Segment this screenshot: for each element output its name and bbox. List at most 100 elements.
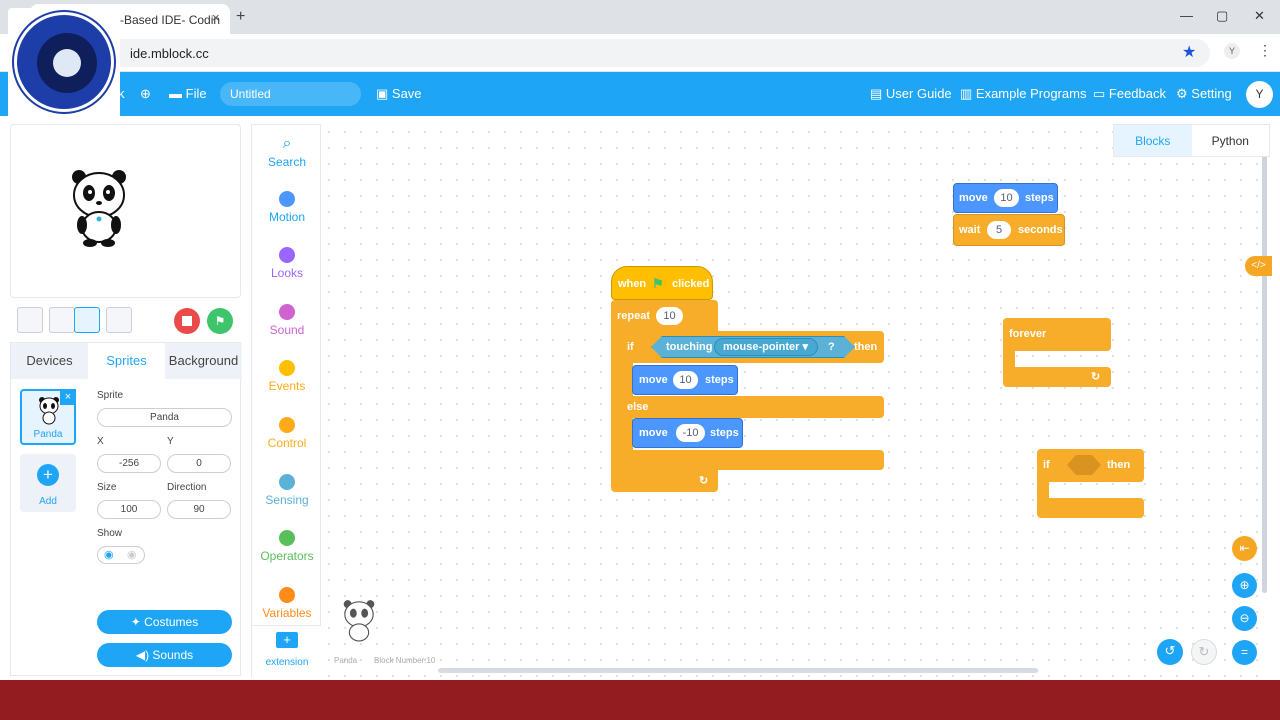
loose-if-block[interactable]: if then bbox=[1037, 449, 1144, 482]
setting-menu[interactable]: ⚙ Setting bbox=[1176, 86, 1232, 102]
browser-menu-icon[interactable]: ⋮ bbox=[1258, 42, 1272, 59]
if-else-block[interactable]: if touching mouse-pointer ▾ ? then bbox=[621, 331, 884, 363]
block-count: Block Number:10 bbox=[374, 656, 436, 665]
new-tab-button[interactable]: + bbox=[236, 8, 245, 26]
tab-background[interactable]: Background bbox=[165, 343, 242, 379]
category-variables[interactable]: Variables bbox=[252, 587, 322, 620]
repeat-count-input[interactable]: 10 bbox=[656, 307, 683, 325]
save-button[interactable]: ▣ Save bbox=[376, 86, 422, 102]
category-motion[interactable]: Motion bbox=[252, 191, 322, 224]
stop-button[interactable] bbox=[174, 308, 200, 334]
tab-sprites[interactable]: Sprites bbox=[88, 343, 165, 379]
block-text: steps bbox=[1025, 192, 1054, 204]
category-events[interactable]: Events bbox=[252, 360, 322, 393]
panda-sprite[interactable] bbox=[69, 163, 129, 247]
close-tab-icon[interactable]: × bbox=[212, 10, 220, 25]
vertical-scrollbar[interactable] bbox=[1262, 138, 1267, 593]
plus-icon: + bbox=[37, 464, 59, 486]
add-sprite-button[interactable]: + Add bbox=[20, 454, 76, 512]
category-looks[interactable]: Looks bbox=[252, 247, 322, 280]
undo-icon[interactable]: ↺ bbox=[1157, 639, 1183, 665]
tab-devices[interactable]: Devices bbox=[11, 343, 88, 379]
category-extension[interactable]: + extension bbox=[252, 625, 322, 678]
y-input[interactable] bbox=[167, 454, 231, 473]
logo-emblem bbox=[37, 33, 97, 93]
loose-move-block[interactable]: move 10 steps bbox=[953, 183, 1058, 213]
touching-block[interactable]: touching mouse-pointer ▾ ? bbox=[651, 336, 855, 358]
show-toggle[interactable]: ◉ ◉ bbox=[97, 546, 145, 564]
code-view-toggle[interactable]: </> bbox=[1245, 256, 1272, 276]
project-title-input[interactable] bbox=[220, 82, 361, 106]
move-10-steps-block[interactable]: move 10 steps bbox=[632, 365, 738, 395]
zoom-in-icon[interactable]: ⊕ bbox=[1232, 573, 1257, 598]
file-menu[interactable]: ▬ File bbox=[169, 86, 207, 101]
category-control[interactable]: Control bbox=[252, 417, 322, 450]
wait-block[interactable]: wait 5 seconds bbox=[953, 214, 1065, 246]
eye-off-icon[interactable]: ◉ bbox=[127, 548, 137, 561]
speaker-icon: ◀) bbox=[135, 648, 153, 662]
forever-block[interactable]: forever bbox=[1003, 318, 1111, 351]
empty-condition-slot[interactable] bbox=[1067, 455, 1101, 475]
fullscreen-icon[interactable] bbox=[17, 307, 43, 333]
maximize-button[interactable]: ▢ bbox=[1216, 8, 1228, 24]
minimize-button[interactable]: — bbox=[1180, 8, 1193, 23]
grid-layout-icon[interactable] bbox=[106, 307, 132, 333]
steps-input[interactable]: 10 bbox=[994, 189, 1019, 207]
wait-seconds-input[interactable]: 5 bbox=[987, 221, 1011, 239]
category-label: Events bbox=[268, 379, 306, 393]
repeat-block[interactable]: repeat 10 bbox=[611, 300, 718, 332]
profile-icon[interactable]: Y bbox=[1224, 43, 1240, 59]
panda-workspace-icon bbox=[343, 600, 375, 642]
move-neg10-steps-block[interactable]: move -10 steps bbox=[632, 418, 743, 448]
else-section: else bbox=[621, 396, 884, 418]
small-stage-icon[interactable] bbox=[49, 307, 75, 333]
category-operators[interactable]: Operators bbox=[252, 530, 322, 563]
stage-canvas[interactable] bbox=[10, 124, 241, 298]
tab-blocks[interactable]: Blocks bbox=[1114, 125, 1192, 156]
horizontal-scrollbar[interactable] bbox=[438, 668, 1038, 673]
sprite-name-input[interactable] bbox=[97, 408, 232, 427]
direction-input[interactable] bbox=[167, 500, 231, 519]
sprite-name-label: Sprite bbox=[97, 390, 124, 401]
block-text: steps bbox=[710, 427, 739, 439]
block-text: if bbox=[627, 341, 634, 353]
sprite-panel: Devices Sprites Background Panda × + Add… bbox=[10, 342, 242, 676]
url-field[interactable]: ide.mblock.cc bbox=[110, 39, 1210, 67]
variables-dot-icon bbox=[279, 587, 295, 603]
delete-sprite-icon[interactable]: × bbox=[60, 389, 76, 405]
touch-target-dropdown[interactable]: mouse-pointer ▾ bbox=[714, 338, 818, 356]
sounds-button[interactable]: ◀) Sounds bbox=[97, 643, 232, 667]
category-label: Sound bbox=[269, 323, 305, 337]
tab-python[interactable]: Python bbox=[1192, 125, 1270, 156]
user-guide-link[interactable]: ▤ User Guide bbox=[870, 86, 952, 102]
collapse-blocks-icon[interactable]: ⇤ bbox=[1232, 536, 1257, 561]
sound-dot-icon bbox=[279, 304, 295, 320]
avatar[interactable]: Y bbox=[1246, 81, 1273, 108]
costumes-button[interactable]: ✦ Costumes bbox=[97, 610, 232, 634]
normal-stage-icon[interactable] bbox=[74, 307, 100, 333]
steps-input[interactable]: -10 bbox=[676, 424, 705, 442]
x-input[interactable] bbox=[97, 454, 161, 473]
close-window-button[interactable]: ✕ bbox=[1254, 8, 1265, 24]
eye-icon[interactable]: ◉ bbox=[104, 548, 114, 561]
y-label: Y bbox=[167, 436, 174, 447]
bookmark-star-icon[interactable]: ★ bbox=[1182, 42, 1196, 62]
zoom-reset-icon[interactable]: = bbox=[1232, 640, 1257, 665]
redo-icon[interactable]: ↻ bbox=[1191, 639, 1217, 665]
green-flag-button[interactable]: ⚑ bbox=[207, 308, 233, 334]
example-programs-link[interactable]: ▥ Example Programs bbox=[960, 86, 1086, 102]
zoom-out-icon[interactable]: ⊖ bbox=[1232, 606, 1257, 631]
loop-arrow-icon: ↻ bbox=[699, 475, 709, 487]
category-sensing[interactable]: Sensing bbox=[252, 474, 322, 507]
feedback-link[interactable]: ▭ Feedback bbox=[1093, 86, 1166, 102]
category-sound[interactable]: Sound bbox=[252, 304, 322, 337]
extension-icon: + bbox=[276, 632, 298, 648]
globe-icon[interactable]: ⊕ bbox=[140, 86, 151, 102]
when-flag-clicked-block[interactable]: when ⚑ clicked bbox=[611, 266, 713, 300]
size-input[interactable] bbox=[97, 500, 161, 519]
document-icon: ▤ bbox=[870, 86, 886, 101]
motion-dot-icon bbox=[279, 191, 295, 207]
block-text: if bbox=[1043, 459, 1050, 471]
category-search[interactable]: ⌕ Search bbox=[252, 135, 322, 169]
steps-input[interactable]: 10 bbox=[673, 371, 698, 389]
